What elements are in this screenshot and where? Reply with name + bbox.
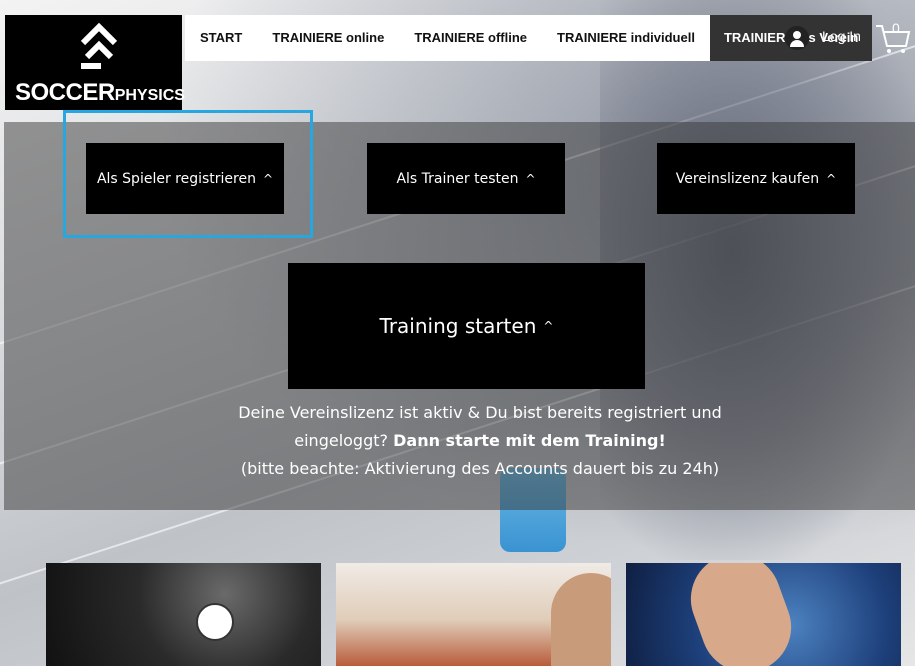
info-line-2-bold: Dann starte mit dem Training! bbox=[393, 431, 666, 450]
info-line-1: Deine Vereinslizenz ist aktiv & Du bist … bbox=[238, 403, 722, 422]
buy-club-license-button[interactable]: Vereinslizenz kaufen ^ bbox=[657, 143, 855, 214]
card-image-tattoo-arm[interactable] bbox=[626, 563, 901, 666]
user-avatar-icon[interactable] bbox=[785, 26, 809, 50]
upward-arrow-logo-icon bbox=[80, 22, 118, 69]
info-line-2: eingeloggt? Dann starte mit dem Training… bbox=[150, 427, 810, 455]
tattoo-arm-figure bbox=[678, 563, 804, 666]
coach-figure bbox=[551, 573, 611, 666]
card-image-player-kick[interactable] bbox=[46, 563, 321, 666]
chevron-up-icon: ^ bbox=[543, 319, 554, 333]
logo-text: SOCCERPHYSICS bbox=[15, 79, 185, 107]
login-link[interactable]: Log In bbox=[822, 28, 861, 44]
card-image-coach[interactable] bbox=[336, 563, 611, 666]
logo-text-main: SOCCER bbox=[15, 79, 115, 106]
test-trainer-button[interactable]: Als Trainer testen ^ bbox=[367, 143, 565, 214]
start-training-button[interactable]: Training starten ^ bbox=[288, 263, 645, 389]
register-player-button[interactable]: Als Spieler registrieren ^ bbox=[86, 143, 284, 214]
register-player-label: Als Spieler registrieren bbox=[96, 170, 256, 187]
info-line-3: (bitte beachte: Aktivierung des Accounts… bbox=[240, 459, 720, 478]
nav-item-trainiere-online[interactable]: TRAINIERE online bbox=[257, 15, 399, 61]
info-text: Deine Vereinslizenz ist aktiv & Du bist … bbox=[150, 399, 810, 483]
chevron-up-icon: ^ bbox=[826, 171, 837, 186]
test-trainer-label: Als Trainer testen bbox=[396, 170, 519, 187]
nav-item-start[interactable]: START bbox=[185, 15, 257, 61]
main-nav: START TRAINIERE online TRAINIERE offline… bbox=[185, 15, 873, 61]
chevron-up-icon: ^ bbox=[525, 171, 536, 186]
logo-text-suffix: PHYSICS bbox=[114, 87, 185, 104]
soccerphysics-logo[interactable]: SOCCERPHYSICS bbox=[5, 15, 185, 110]
nav-item-trainiere-offline[interactable]: TRAINIERE offline bbox=[399, 15, 542, 61]
nav-item-trainiere-individuell[interactable]: TRAINIERE individuell bbox=[542, 15, 710, 61]
start-training-label: Training starten bbox=[379, 314, 537, 338]
cart-count: 0 bbox=[892, 20, 900, 36]
chevron-up-icon: ^ bbox=[262, 171, 274, 186]
info-line-2-normal: eingeloggt? bbox=[294, 431, 389, 450]
buy-club-license-label: Vereinslizenz kaufen bbox=[675, 170, 820, 187]
soccer-ball-icon bbox=[196, 603, 234, 641]
